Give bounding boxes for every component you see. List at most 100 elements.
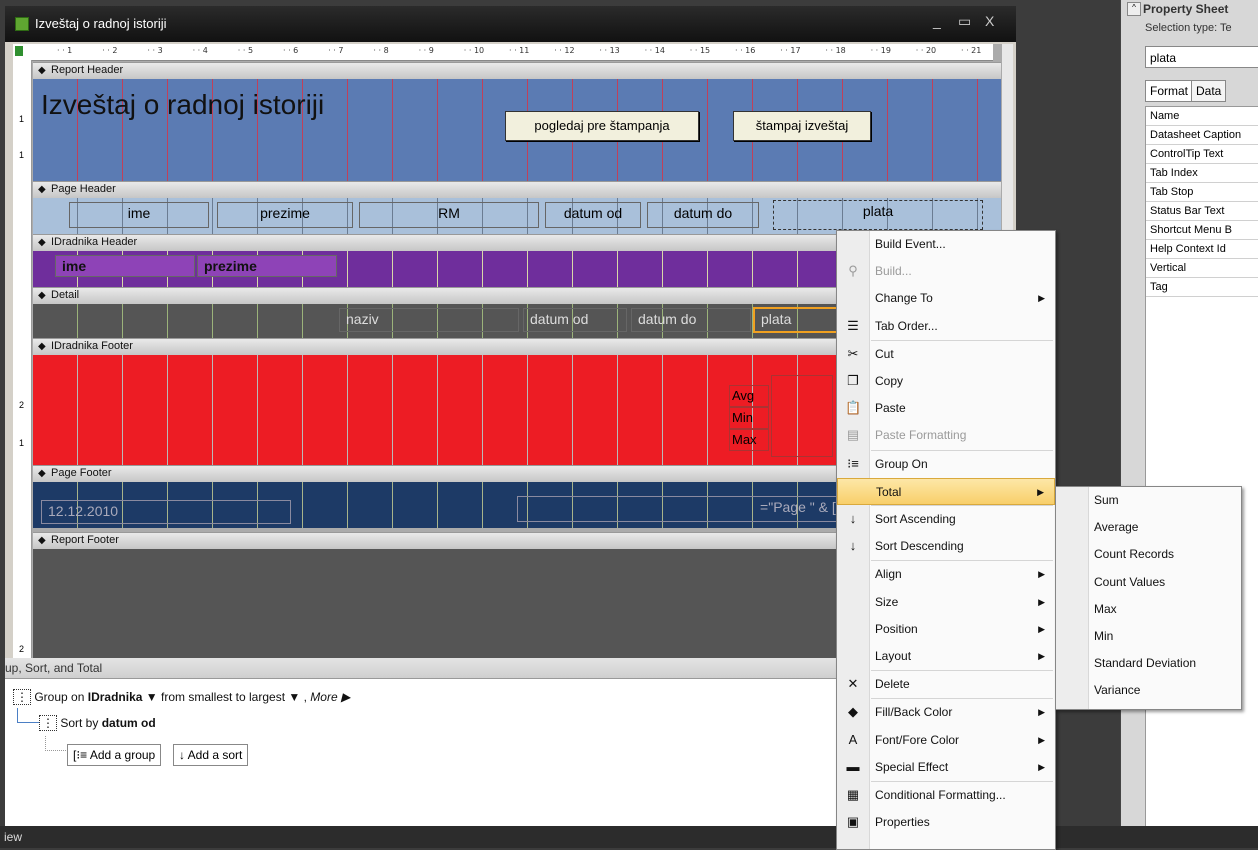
- close-button[interactable]: X: [985, 13, 994, 29]
- submenu-arrow-icon: ▶: [1038, 569, 1045, 580]
- property-row[interactable]: Status Bar Text: [1146, 202, 1258, 221]
- header-label-datum-do[interactable]: datum do: [647, 202, 759, 228]
- section-arrow-icon: ◆: [38, 65, 46, 76]
- property-row[interactable]: Tab Stop: [1146, 183, 1258, 202]
- menu-item-position[interactable]: Position ▶: [837, 616, 1055, 643]
- maximize-button[interactable]: ▭: [958, 13, 971, 30]
- vertical-ruler: 1 1 2 1 2: [13, 60, 32, 658]
- submenu-item-average[interactable]: Average: [1056, 514, 1241, 541]
- menu-item-sort-descending[interactable]: ↓ Sort Descending: [837, 533, 1055, 560]
- menu-item-total[interactable]: Total ▶: [837, 477, 1055, 505]
- sort-desc-icon: ↓: [849, 538, 857, 554]
- property-row[interactable]: Vertical: [1146, 259, 1258, 278]
- print-button[interactable]: štampaj izveštaj: [733, 111, 871, 141]
- ruler-tick: · · 18: [825, 46, 846, 55]
- header-label-ime[interactable]: ime: [69, 202, 209, 228]
- report-title-label[interactable]: Izveštaj o radnoj istoriji: [41, 89, 324, 121]
- menu-item-copy[interactable]: ❐ Copy: [837, 368, 1055, 395]
- property-row[interactable]: Name: [1146, 107, 1258, 126]
- window-title: Izveštaj o radnoj istoriji: [35, 16, 167, 31]
- property-row[interactable]: Tab Index: [1146, 164, 1258, 183]
- property-row[interactable]: Datasheet Caption: [1146, 126, 1258, 145]
- section-bar-page-header[interactable]: ◆ Page Header: [33, 181, 1001, 199]
- dropdown-arrow-icon[interactable]: ▼: [288, 690, 300, 704]
- menu-item-conditional-formatting[interactable]: ▦ Conditional Formatting...: [837, 782, 1055, 809]
- submenu-item-max[interactable]: Max: [1056, 596, 1241, 623]
- submenu-item-standard-deviation[interactable]: Standard Deviation: [1056, 650, 1241, 677]
- menu-item-build: ⚲ Build...: [837, 258, 1055, 285]
- header-label-datum-od[interactable]: datum od: [545, 202, 641, 228]
- vruler-tick: 1: [19, 114, 25, 124]
- header-label-rm[interactable]: RM: [359, 202, 539, 228]
- submenu-item-count-values[interactable]: Count Values: [1056, 569, 1241, 596]
- context-menu: Build Event... ⚲ Build... Change To ▶ ☰ Tab Or…: [836, 230, 1056, 850]
- group-field-select[interactable]: IDradnika: [88, 690, 143, 704]
- control-select[interactable]: plata: [1145, 46, 1258, 68]
- header-label-prezime[interactable]: prezime: [217, 202, 353, 228]
- tab-format[interactable]: Format: [1145, 80, 1194, 102]
- property-row[interactable]: ControlTip Text: [1146, 145, 1258, 164]
- menu-item-layout[interactable]: Layout ▶: [837, 643, 1055, 670]
- menu-item-group-on[interactable]: ⁝≡ Group On: [837, 451, 1055, 478]
- menu-item-delete[interactable]: ✕ Delete: [837, 671, 1055, 698]
- section-bar-report-header[interactable]: ◆ Report Header: [33, 62, 1001, 80]
- submenu-item-count-records[interactable]: Count Records: [1056, 541, 1241, 568]
- detail-field-datum-od[interactable]: datum od: [523, 308, 627, 332]
- page-header-band[interactable]: ime prezime RM datum od datum do plata: [33, 198, 1001, 234]
- add-group-button[interactable]: [⁝≡ Add a group: [67, 744, 162, 766]
- property-row[interactable]: Tag: [1146, 278, 1258, 297]
- menu-item-sort-ascending[interactable]: ↓ Sort Ascending: [837, 506, 1055, 533]
- group-field-prezime[interactable]: prezime: [197, 255, 337, 277]
- window-titlebar[interactable]: Izveštaj o radnoj istoriji _ ▭ X: [5, 6, 1016, 42]
- submenu-arrow-icon: ▶: [1038, 623, 1045, 634]
- menu-item-tab-order[interactable]: ☰ Tab Order...: [837, 313, 1055, 340]
- vruler-tick: 1: [19, 150, 25, 160]
- menu-item-align[interactable]: Align ▶: [837, 561, 1055, 588]
- menu-item-change-to[interactable]: Change To ▶: [837, 285, 1055, 312]
- detail-field-datum-do[interactable]: datum do: [631, 308, 751, 332]
- menu-item-build-event[interactable]: Build Event...: [837, 231, 1055, 258]
- footer-date-field[interactable]: 12.12.2010: [41, 500, 291, 524]
- minimize-button[interactable]: _: [933, 13, 941, 29]
- drag-handle-icon[interactable]: ⋮: [39, 715, 57, 731]
- total-fields-box[interactable]: [771, 375, 833, 457]
- group-order-select[interactable]: from smallest to largest: [161, 690, 285, 704]
- group-icon: [⁝≡: [73, 748, 88, 762]
- menu-item-paste[interactable]: 📋 Paste: [837, 395, 1055, 422]
- report-selector[interactable]: [13, 44, 33, 60]
- add-sort-button[interactable]: ↓ Add a sort: [173, 744, 249, 766]
- dropdown-arrow-icon[interactable]: ▼: [146, 690, 158, 704]
- property-row[interactable]: Shortcut Menu B: [1146, 221, 1258, 240]
- tab-data[interactable]: Data: [1191, 80, 1227, 102]
- group-field-ime[interactable]: ime: [55, 255, 195, 277]
- preview-button[interactable]: pogledaj pre štampanja: [505, 111, 699, 141]
- detail-field-naziv[interactable]: naziv: [339, 308, 519, 332]
- submenu-item-variance[interactable]: Variance: [1056, 677, 1241, 704]
- section-arrow-icon: ◆: [38, 237, 46, 248]
- avg-label[interactable]: Avg: [729, 385, 769, 407]
- ruler-tick: · · 11: [509, 46, 530, 55]
- group-on-row[interactable]: ⋮ Group on IDradnika ▼ from smallest to …: [13, 689, 350, 705]
- max-label[interactable]: Max: [729, 429, 769, 451]
- submenu-item-sum[interactable]: Sum: [1056, 487, 1241, 514]
- scroll-up-icon[interactable]: ^: [1127, 2, 1141, 16]
- menu-item-special-effect[interactable]: ▬ Special Effect ▶: [837, 754, 1055, 781]
- menu-item-properties[interactable]: ▣ Properties: [837, 809, 1055, 836]
- min-label[interactable]: Min: [729, 407, 769, 429]
- menu-item-cut[interactable]: ✂ Cut: [837, 341, 1055, 368]
- sort-by-row[interactable]: ⋮ Sort by datum od: [39, 715, 156, 731]
- submenu-item-min[interactable]: Min: [1056, 623, 1241, 650]
- section-arrow-icon: ◆: [38, 290, 46, 301]
- more-options-link[interactable]: More ▶: [310, 690, 350, 704]
- menu-item-fill-back-color[interactable]: ◆ Fill/Back Color ▶: [837, 699, 1055, 726]
- font-color-icon: A: [848, 731, 858, 747]
- menu-item-font-fore-color[interactable]: A Font/Fore Color ▶: [837, 727, 1055, 754]
- sort-field-select[interactable]: datum od: [102, 716, 156, 730]
- drag-handle-icon[interactable]: ⋮: [13, 689, 31, 705]
- property-row[interactable]: Help Context Id: [1146, 240, 1258, 259]
- header-label-plata[interactable]: plata: [773, 200, 983, 230]
- total-submenu: Sum Average Count Records Count Values Max Mi…: [1055, 486, 1242, 710]
- group-sort-total-header[interactable]: up, Sort, and Total: [5, 658, 841, 679]
- report-header-band[interactable]: Izveštaj o radnoj istoriji pogledaj pre …: [33, 79, 1001, 181]
- menu-item-size[interactable]: Size ▶: [837, 589, 1055, 616]
